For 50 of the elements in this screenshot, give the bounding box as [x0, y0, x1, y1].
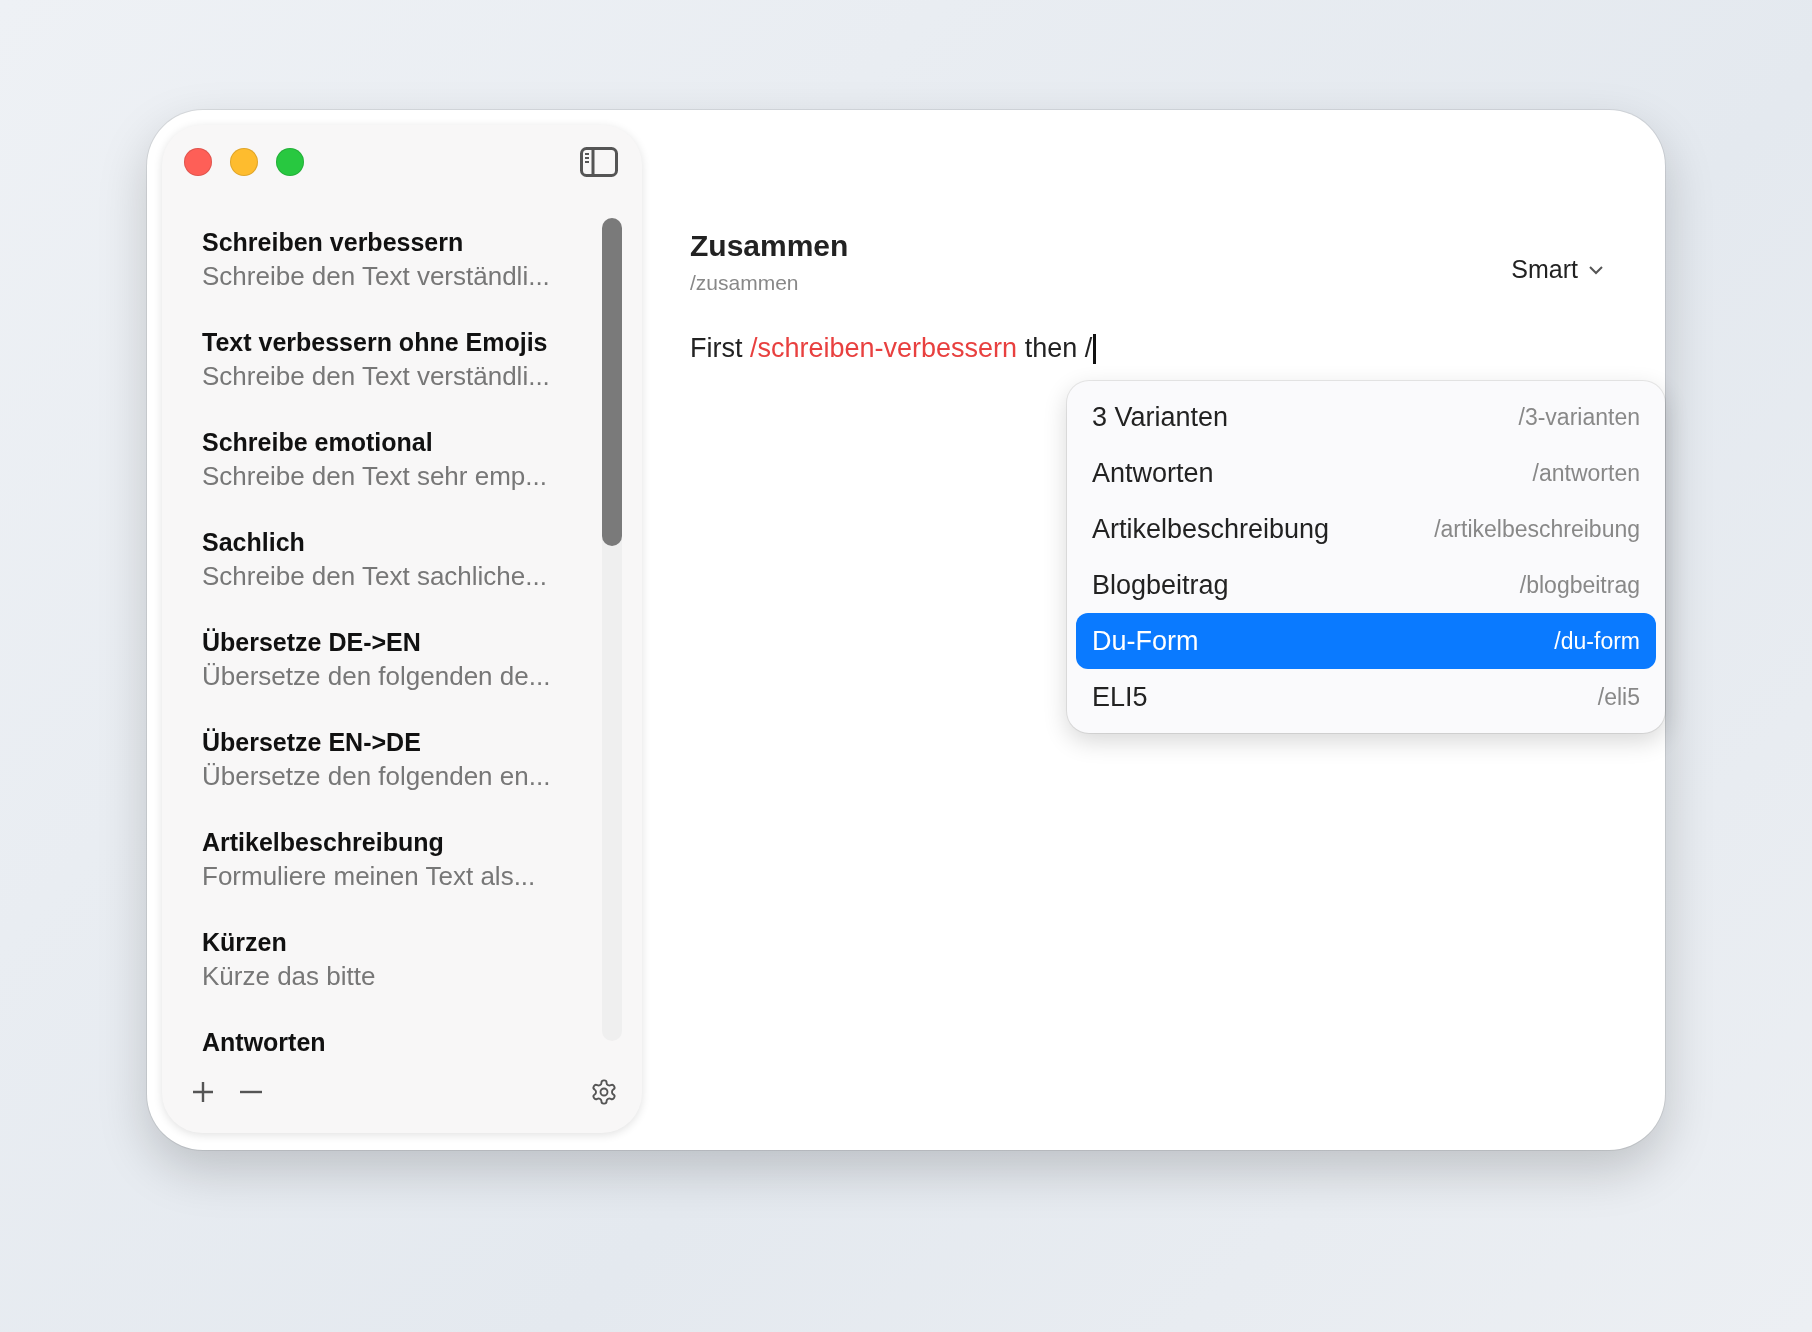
prompt-preview: Formuliere meinen Text als...	[202, 860, 537, 893]
prompt-title[interactable]: Text verbessern ohne Emojis	[202, 325, 602, 359]
suggestion-item[interactable]: Antworten /antworten	[1076, 445, 1656, 501]
prompt-preview: Schreibe den Text verständli...	[202, 360, 551, 393]
text-caret	[1093, 333, 1097, 364]
suggestion-label: Blogbeitrag	[1092, 569, 1229, 601]
close-button[interactable]	[184, 148, 212, 176]
chevron-down-icon	[1588, 264, 1604, 275]
suggestion-command: /antworten	[1532, 459, 1640, 487]
editor-text: then /	[1023, 333, 1093, 364]
prompt-preview: Übersetze den folgenden en...	[202, 760, 552, 793]
suggestion-command: /eli5	[1597, 683, 1640, 711]
suggestion-label: Artikelbeschreibung	[1092, 513, 1330, 545]
suggestion-label: ELI5	[1092, 681, 1148, 713]
prompt-title[interactable]: Schreibe emotional	[202, 425, 602, 459]
suggestion-item[interactable]: Du-Form /du-form	[1076, 613, 1656, 669]
prompt-title[interactable]: Artikelbeschreibung	[202, 825, 602, 859]
zoom-button[interactable]	[276, 148, 304, 176]
prompt-title[interactable]: Antworten	[202, 1025, 602, 1059]
suggestion-label: Antworten	[1092, 457, 1214, 489]
prompt-preview: Schreibe den Text sehr emp...	[202, 460, 548, 493]
suggestion-item[interactable]: 3 Varianten /3-varianten	[1076, 389, 1656, 445]
suggestion-item[interactable]: Artikelbeschreibung /artikelbeschreibung	[1076, 501, 1656, 557]
suggestion-command: /3-varianten	[1518, 403, 1640, 431]
prompt-name: Zusammen	[690, 229, 849, 263]
suggestion-label: 3 Varianten	[1092, 401, 1229, 433]
suggestion-item[interactable]: ELI5 /eli5	[1076, 669, 1656, 725]
add-icon[interactable]	[192, 1081, 214, 1103]
command-token: /schreiben-verbessern	[750, 333, 1018, 364]
prompt-preview: Kürze das bitte	[202, 960, 377, 993]
model-dropdown[interactable]: Smart	[1505, 251, 1610, 288]
prompt-preview: Schreibe den Text verständli...	[202, 260, 551, 293]
settings-icon[interactable]	[590, 1078, 618, 1106]
prompt-preview: Übersetze den folgenden de...	[202, 660, 552, 693]
prompt-title[interactable]: Sachlich	[202, 525, 602, 559]
prompt-title[interactable]: Schreiben verbessern	[202, 225, 602, 259]
suggestion-item[interactable]: Blogbeitrag /blogbeitrag	[1076, 557, 1656, 613]
editor-text: First	[690, 333, 744, 364]
suggestion-command: /artikelbeschreibung	[1434, 515, 1640, 543]
prompt-title[interactable]: Übersetze DE->EN	[202, 625, 602, 659]
sidebar-toggle-icon[interactable]	[580, 147, 618, 177]
suggestion-label: Du-Form	[1092, 625, 1199, 657]
prompt-title[interactable]: Kürzen	[202, 925, 602, 959]
suggestion-command: /blogbeitrag	[1519, 571, 1640, 599]
prompt-slug: /zusammen	[690, 271, 800, 295]
prompt-preview: Schreibe den Text sachliche...	[202, 560, 548, 593]
prompt-title[interactable]: Übersetze EN->DE	[202, 725, 602, 759]
remove-icon[interactable]	[240, 1090, 262, 1094]
scrollbar-thumb[interactable]	[602, 218, 622, 546]
suggestion-command: /du-form	[1554, 627, 1640, 655]
